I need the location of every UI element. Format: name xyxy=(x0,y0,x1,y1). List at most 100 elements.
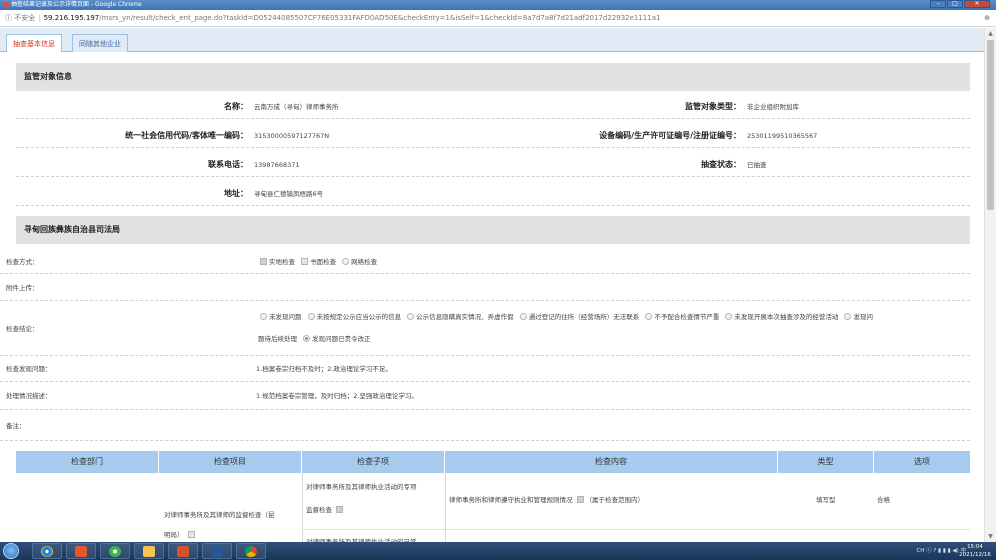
scroll-down-arrow-icon[interactable]: ▼ xyxy=(985,531,996,542)
credit-code-value: 31530000597127767N xyxy=(254,132,330,140)
radio-corrected[interactable] xyxy=(303,335,311,342)
chrome360-icon[interactable] xyxy=(100,543,130,559)
checkbox-online[interactable] xyxy=(342,258,350,265)
row1-item-cont: 明局） xyxy=(164,526,197,542)
zoom-icon[interactable]: ⊕ xyxy=(984,10,990,27)
checkbox-written[interactable] xyxy=(301,258,309,265)
address-bar[interactable]: ⓘ 不安全 | 59.216.195.197/msrs_yn/result/chec… xyxy=(0,10,996,27)
close-button[interactable]: ✕ xyxy=(964,0,990,8)
window-title-bar: 抽查结果记录及公示详情页面 - Google Chrome – □ ✕ xyxy=(0,0,996,10)
conclusion-option-label: 不予配合检查情节严重 xyxy=(654,313,720,321)
start-button[interactable] xyxy=(3,543,19,559)
field-row-address: 地址： 寻甸县仁德镇凤梧路6号 xyxy=(16,182,970,206)
col-subitem: 检查子项 xyxy=(302,451,445,473)
row1-subitem-checkbox[interactable] xyxy=(336,506,343,513)
tab-other-enterprises[interactable]: 同随其他企业 xyxy=(72,34,128,52)
row1-item-cont-text: 明局） xyxy=(164,531,184,539)
vertical-scrollbar[interactable]: ▲ ▼ xyxy=(984,28,996,542)
table-divider xyxy=(302,473,303,542)
table-header: 检查部门 检查项目 检查子项 检查内容 类型 选项 xyxy=(16,451,970,473)
conclusion-option-label: 未按规定公示应当公示的信息 xyxy=(316,313,402,321)
address-label: 地址： xyxy=(224,189,248,198)
window-controls: – □ ✕ xyxy=(929,0,990,10)
attachment-label: 附件上传： xyxy=(6,284,39,292)
check-method-label: 检查方式： xyxy=(6,258,39,266)
problem-label: 检查发现问题： xyxy=(6,365,52,373)
problem-row: 检查发现问题： 1.档案卷宗归档不及时；2.政治理论学习不足。 xyxy=(0,357,970,382)
clock-date: 2021/12/16 xyxy=(959,552,991,558)
field-row-phone: 联系电话： 13987668371 抽查状态： 已抽查 xyxy=(16,153,970,177)
conclusion-option-label: 未发现开展本次抽查涉及的经营活动 xyxy=(734,313,839,321)
conclusion-options-line1: 未发现问题 未按规定公示应当公示的信息 公示信息隐瞒真实情况、弄虚作假 通过登记… xyxy=(256,310,873,324)
method-online-label: 网络检查 xyxy=(351,258,378,266)
radio-no-activity[interactable] xyxy=(725,313,733,320)
row1-subitem-text: 监督检查 xyxy=(306,506,332,514)
name-label: 名称： xyxy=(224,102,248,111)
scroll-up-arrow-icon[interactable]: ▲ xyxy=(985,28,996,39)
field-row-code: 统一社会信用代码/客体唯一编码： 31530000597127767N 设备编码… xyxy=(16,124,970,148)
maximize-button[interactable]: □ xyxy=(947,0,963,8)
conclusion-option-label: 题待后续处理 xyxy=(258,335,297,343)
type-label: 监管对象类型： xyxy=(685,102,741,111)
row1-content-text: 律师事务所和律师遵守执业和管理规则情况 xyxy=(449,496,573,504)
credit-code-label: 统一社会信用代码/客体唯一编码： xyxy=(125,131,248,140)
row2-subitem-line1: 对律师事务所及其律师执业活动的日常 xyxy=(306,538,417,542)
conclusion-option-label: 发现问 xyxy=(853,313,873,321)
row1-content-note: （属于检查范围内） xyxy=(585,496,645,504)
radio-followup[interactable] xyxy=(844,313,852,320)
device-code-label: 设备编码/生产许可证编号/注册证编号： xyxy=(599,131,741,140)
folder-icon[interactable] xyxy=(134,543,164,559)
radio-unreachable[interactable] xyxy=(519,313,527,320)
chrome-icon[interactable] xyxy=(236,543,266,559)
handle-row: 处理情况描述： 1.规范档案卷宗管理，及时归档；2.坚强政治理论学习。 xyxy=(0,383,970,410)
info-icon[interactable]: ⓘ xyxy=(5,14,12,22)
col-item: 检查项目 xyxy=(159,451,302,473)
tab-basic-info[interactable]: 抽查基本信息 xyxy=(6,34,62,52)
row1-subitem-line1: 对律师事务所及其律师执业活动的专项 xyxy=(306,483,417,491)
col-content: 检查内容 xyxy=(445,451,778,473)
radio-not-published[interactable] xyxy=(307,313,315,320)
conclusion-options-line2: 题待后续处理 发现问题已责令改正 xyxy=(258,332,371,346)
name-value: 云南万成（寻甸）律师事务所 xyxy=(254,103,339,111)
handle-value: 1.规范档案卷宗管理，及时归档；2.坚强政治理论学习。 xyxy=(256,392,418,400)
ie-icon[interactable] xyxy=(32,543,62,559)
taskbar-clock[interactable]: 15:04 2021/12/16 xyxy=(958,543,992,559)
row1-subitem-line2: 监督检查 xyxy=(306,501,345,519)
row1-type: 填写型 xyxy=(816,496,836,504)
main-content: 监管对象信息 名称： 云南万成（寻甸）律师事务所 监管对象类型： 非企业组织附加… xyxy=(0,52,984,542)
scrollbar-thumb[interactable] xyxy=(987,40,994,210)
windows-taskbar: CH ⓘ ? ▮ ▮ ▮ ◀) 中 15:04 2021/12/16 xyxy=(0,542,996,560)
checkbox-onsite[interactable] xyxy=(260,258,267,265)
radio-uncooperative[interactable] xyxy=(645,313,653,320)
url-path: /msrs_yn/result/check_ent_page.do?taskId… xyxy=(99,14,661,22)
section-header-bureau: 寻甸回族彝族自治县司法局 xyxy=(16,216,970,244)
radio-no-problem[interactable] xyxy=(260,313,267,320)
phone-value: 13987668371 xyxy=(254,161,300,169)
pdf-icon[interactable] xyxy=(66,543,96,559)
remark-label: 备注： xyxy=(6,422,26,430)
phone-label: 联系电话： xyxy=(208,160,248,169)
page-tabs: 抽查基本信息 同随其他企业 xyxy=(0,28,984,52)
row1-content: 律师事务所和律师遵守执业和管理规则情况 （属于检查范围内） xyxy=(449,491,644,509)
row1-option: 合格 xyxy=(877,496,890,504)
check-method-row: 检查方式： 实地检查 书面检查 网络检查 xyxy=(0,250,970,274)
table-divider xyxy=(445,473,446,542)
col-department: 检查部门 xyxy=(16,451,159,473)
attachment-row: 附件上传： xyxy=(0,275,970,301)
method-onsite-label: 实地检查 xyxy=(269,258,295,266)
conclusion-option-label: 未发现问题 xyxy=(269,313,302,321)
handle-label: 处理情况描述： xyxy=(6,392,52,400)
row1-item: 对律师事务所及其律师的监督检查（昆 xyxy=(164,511,275,519)
security-label: 不安全 xyxy=(14,14,36,22)
minimize-button[interactable]: – xyxy=(930,0,946,8)
url-host: 59.216.195.197 xyxy=(43,14,100,22)
powerpoint-icon[interactable] xyxy=(168,543,198,559)
row-divider xyxy=(302,529,970,530)
type-value: 非企业组织附加库 xyxy=(747,103,799,111)
conclusion-row: 检查结论： 未发现问题 未按规定公示应当公示的信息 公示信息隐瞒真实情况、弄虚作… xyxy=(0,302,970,356)
radio-false-info[interactable] xyxy=(407,313,415,320)
row1-content-checkbox[interactable] xyxy=(576,496,584,503)
row1-item-checkbox[interactable] xyxy=(187,531,195,538)
device-code-value: 25301199510365567 xyxy=(747,132,818,140)
word-icon[interactable] xyxy=(202,543,232,559)
